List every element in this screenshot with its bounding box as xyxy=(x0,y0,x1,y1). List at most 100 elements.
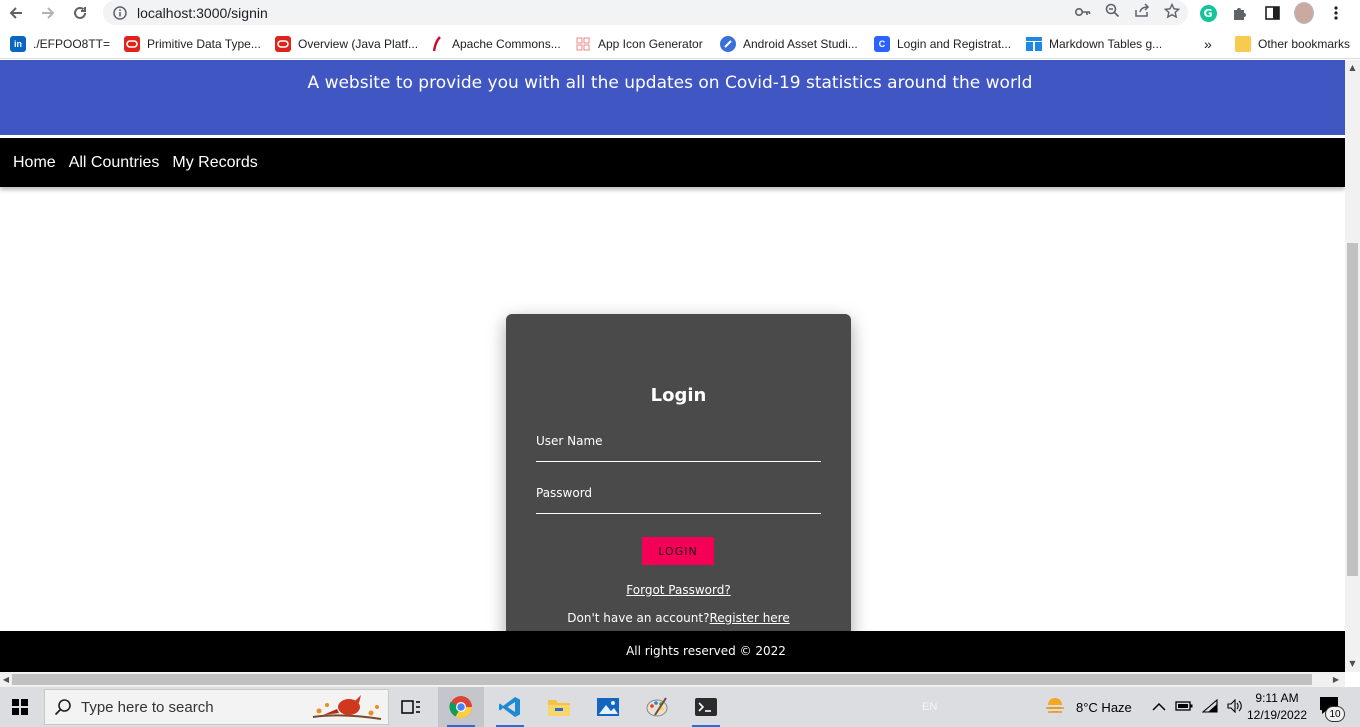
horizontal-scroll-thumb[interactable] xyxy=(12,674,1312,685)
grid-icon xyxy=(575,36,591,52)
bookmark-markdown-tables[interactable]: Markdown Tables g... xyxy=(1026,34,1162,54)
password-underline xyxy=(536,513,821,514)
taskbar-file-explorer[interactable] xyxy=(536,687,582,727)
taskbar-vscode[interactable] xyxy=(487,687,533,727)
bookmark-label: Apache Commons... xyxy=(452,37,561,51)
wifi-icon[interactable] xyxy=(1201,698,1218,716)
bookmark-login-registration[interactable]: C Login and Registrat... xyxy=(874,34,1011,54)
taskbar-chrome[interactable] xyxy=(438,687,484,727)
address-bar[interactable]: localhost:3000/signin xyxy=(103,0,1188,25)
other-bookmarks-folder[interactable]: Other bookmarks xyxy=(1235,34,1350,54)
browser-toolbar: localhost:3000/signin G xyxy=(0,0,1360,26)
input-language-indicator[interactable]: EN xyxy=(922,687,937,727)
photos-icon xyxy=(597,698,619,716)
c-logo-icon: C xyxy=(874,36,890,52)
battery-icon[interactable] xyxy=(1175,700,1193,715)
key-icon[interactable] xyxy=(1074,5,1091,21)
windows-logo-icon xyxy=(12,699,28,715)
folder-icon xyxy=(1235,36,1251,52)
linkedin-icon: in xyxy=(10,36,26,52)
taskbar-clock[interactable]: 9:11 AM 12/19/2022 xyxy=(1241,690,1313,724)
bookmark-label: Android Asset Studi... xyxy=(743,37,858,51)
scroll-left-arrow[interactable]: ◀ xyxy=(0,672,12,687)
vertical-scrollbar[interactable]: ▲ ▼ xyxy=(1345,60,1360,672)
copyright-text: All rights reserved © 2022 xyxy=(626,644,786,658)
page-viewport: A website to provide you with all the up… xyxy=(0,60,1345,672)
bookmark-java-overview[interactable]: Overview (Java Platf... xyxy=(275,34,418,54)
other-bookmarks-label: Other bookmarks xyxy=(1258,37,1351,51)
taskbar-paint[interactable] xyxy=(634,687,680,727)
scroll-down-arrow[interactable]: ▼ xyxy=(1345,656,1360,670)
folder-icon xyxy=(548,700,570,716)
system-tray xyxy=(1152,687,1243,727)
oracle-icon xyxy=(124,36,140,52)
clock-time: 9:11 AM xyxy=(1255,691,1299,705)
taskbar-search-box[interactable]: Type here to search xyxy=(44,689,389,725)
task-view-button[interactable] xyxy=(388,687,434,727)
bookmarks-overflow-button[interactable]: » xyxy=(1204,34,1212,54)
taskbar-terminal[interactable] xyxy=(683,687,729,727)
main-navbar: Home All Countries My Records xyxy=(0,138,1345,187)
bookmark-label: Markdown Tables g... xyxy=(1049,37,1163,51)
show-hidden-icons-chevron-icon[interactable] xyxy=(1152,700,1166,715)
start-button[interactable] xyxy=(0,687,40,727)
zoom-icon[interactable] xyxy=(1105,3,1120,22)
taskbar-photos[interactable] xyxy=(585,687,631,727)
notification-count-badge: 10 xyxy=(1325,706,1345,722)
reload-icon[interactable] xyxy=(64,0,96,26)
bookmark-linkedin[interactable]: in ./EFPOO8TT= xyxy=(10,34,110,54)
back-icon[interactable] xyxy=(0,0,32,26)
forward-icon[interactable] xyxy=(32,0,64,26)
nav-link-home[interactable]: Home xyxy=(13,154,56,172)
browser-menu-icon[interactable] xyxy=(1326,3,1346,23)
login-card: Login User Name Password LOGIN Forgot Pa… xyxy=(506,314,851,644)
bookmark-apache-commons[interactable]: Apache Commons... xyxy=(429,34,561,54)
profile-avatar[interactable] xyxy=(1294,2,1314,24)
register-row: Don't have an account?Register here xyxy=(506,611,851,625)
scroll-right-arrow[interactable]: ▶ xyxy=(1330,672,1342,687)
bookmark-android-asset-studio[interactable]: Android Asset Studi... xyxy=(720,34,858,54)
bookmarks-bar: in ./EFPOO8TT= Primitive Data Type... Ov… xyxy=(0,29,1360,59)
side-panel-icon[interactable] xyxy=(1262,3,1282,23)
bookmark-label: Login and Registrat... xyxy=(897,37,1012,51)
search-icon xyxy=(45,698,81,716)
weather-text: 8°C Haze xyxy=(1076,699,1132,715)
share-icon[interactable] xyxy=(1134,3,1150,22)
vscode-icon xyxy=(499,697,520,717)
register-link[interactable]: Register here xyxy=(709,611,789,625)
bookmark-app-icon-generator[interactable]: App Icon Generator xyxy=(575,34,703,54)
forgot-password-link[interactable]: Forgot Password? xyxy=(506,583,851,597)
paint-palette-icon xyxy=(646,697,668,717)
nav-link-my-records[interactable]: My Records xyxy=(172,154,257,172)
bookmark-star-icon[interactable] xyxy=(1163,2,1181,23)
horizontal-scrollbar[interactable]: ◀ ▶ xyxy=(0,672,1345,687)
page-footer: All rights reserved © 2022 xyxy=(0,631,1345,672)
nav-link-all-countries[interactable]: All Countries xyxy=(69,154,160,172)
terminal-icon xyxy=(695,698,717,716)
scroll-up-arrow[interactable]: ▲ xyxy=(1345,60,1360,74)
bookmark-label: Primitive Data Type... xyxy=(147,37,261,51)
bookmark-label: Overview (Java Platf... xyxy=(298,37,419,51)
oracle-icon xyxy=(275,36,291,52)
login-button[interactable]: LOGIN xyxy=(642,537,714,565)
site-tagline: A website to provide you with all the up… xyxy=(307,73,1033,93)
table-icon xyxy=(1026,36,1042,52)
screen: localhost:3000/signin G in ./EFPOO8TT= P… xyxy=(0,0,1360,727)
username-underline xyxy=(536,461,821,462)
windows-taskbar: Type here to search EN 8°C Haze 9:11 AM … xyxy=(0,687,1360,727)
cardinal-bird-illustration-icon xyxy=(312,695,382,720)
url-text[interactable]: localhost:3000/signin xyxy=(137,5,268,21)
bookmark-primitive-data-types[interactable]: Primitive Data Type... xyxy=(124,34,261,54)
search-placeholder: Type here to search xyxy=(81,698,214,716)
no-account-text: Don't have an account? xyxy=(567,611,710,625)
header-banner: A website to provide you with all the up… xyxy=(0,60,1345,135)
bookmark-label: App Icon Generator xyxy=(598,37,703,51)
haze-sun-icon xyxy=(1045,698,1065,715)
extensions-puzzle-icon[interactable] xyxy=(1230,3,1250,23)
grammarly-extension-icon[interactable]: G xyxy=(1198,3,1218,23)
clock-date: 12/19/2022 xyxy=(1246,708,1308,722)
site-info-icon[interactable] xyxy=(103,5,137,20)
weather-widget[interactable]: 8°C Haze xyxy=(1044,687,1132,727)
vertical-scroll-thumb[interactable] xyxy=(1347,243,1358,576)
android-studio-icon xyxy=(720,36,736,52)
